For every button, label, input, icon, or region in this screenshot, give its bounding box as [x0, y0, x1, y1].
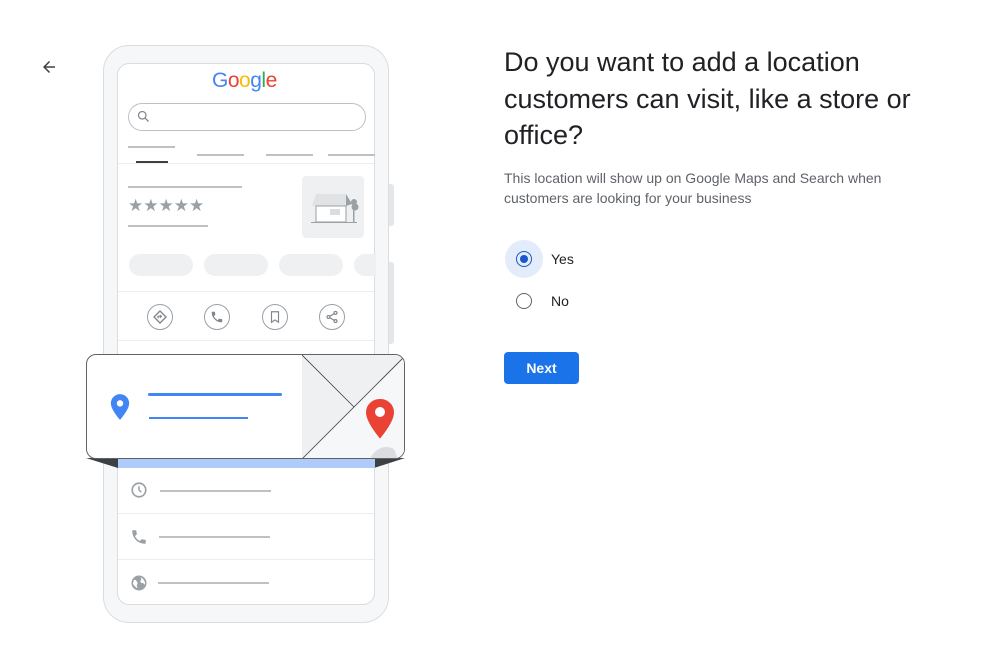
radio-halo: [505, 240, 543, 278]
option-no-label: No: [551, 293, 569, 309]
radio-dot: [520, 255, 528, 263]
divider: [118, 340, 374, 341]
card-fold-right: [374, 458, 405, 468]
storefront-thumbnail: [302, 176, 364, 238]
option-yes-label: Yes: [551, 251, 574, 267]
hours-line: [160, 490, 271, 492]
card-highlight-band: [118, 458, 375, 468]
illustration-search-box: [128, 103, 366, 131]
address-line: [149, 417, 248, 419]
phone-icon: [132, 530, 146, 544]
back-button[interactable]: [36, 54, 62, 80]
logo-letter: o: [239, 69, 251, 92]
address-line: [148, 393, 282, 396]
clock-icon: [131, 482, 147, 498]
location-pin-icon: [110, 394, 130, 420]
page-title: Do you want to add a location customers …: [504, 47, 911, 150]
phone-side-button: [389, 184, 394, 226]
storefront-icon: [311, 194, 359, 223]
option-no[interactable]: No: [505, 282, 569, 320]
tab-line: [197, 154, 244, 156]
logo-letter: G: [212, 69, 228, 92]
google-logo: Google: [212, 69, 277, 93]
directions-action: [147, 304, 173, 330]
radio-no[interactable]: [516, 293, 532, 309]
share-icon: [326, 310, 338, 324]
divider: [118, 513, 374, 514]
business-name-line: [128, 186, 242, 188]
option-yes[interactable]: Yes: [505, 240, 574, 278]
next-button[interactable]: Next: [504, 352, 579, 384]
rating-stars: ★★★★★: [128, 196, 205, 215]
page-subtitle: This location will show up on Google Map…: [504, 170, 882, 206]
tab-line: [266, 154, 313, 156]
chip: [204, 254, 268, 276]
chip: [354, 254, 376, 276]
logo-letter: e: [265, 69, 278, 92]
divider: [118, 163, 374, 164]
radio-halo: [505, 282, 543, 320]
card-fold-left: [86, 458, 118, 468]
divider: [118, 559, 374, 560]
chip: [129, 254, 193, 276]
bookmark-icon: [270, 311, 280, 324]
logo-letter: o: [227, 69, 240, 92]
logo-letter: g: [250, 69, 262, 92]
arrow-left-icon: [43, 61, 55, 73]
radio-yes[interactable]: [516, 251, 532, 267]
search-icon: [137, 110, 149, 122]
map-thumbnail: [302, 355, 404, 458]
phone-screen: [117, 63, 375, 605]
call-action: [204, 304, 230, 330]
share-action: [319, 304, 345, 330]
phone-side-button: [389, 262, 394, 344]
phone-line: [159, 536, 270, 538]
location-card: [86, 354, 405, 459]
save-action: [262, 304, 288, 330]
globe-icon: [131, 575, 147, 591]
divider: [118, 291, 374, 292]
chip: [279, 254, 343, 276]
tab-line: [128, 146, 175, 148]
tab-line: [328, 154, 375, 156]
business-detail-line: [128, 225, 208, 227]
phone-icon: [211, 311, 223, 323]
website-line: [158, 582, 269, 584]
directions-icon: [153, 310, 167, 324]
